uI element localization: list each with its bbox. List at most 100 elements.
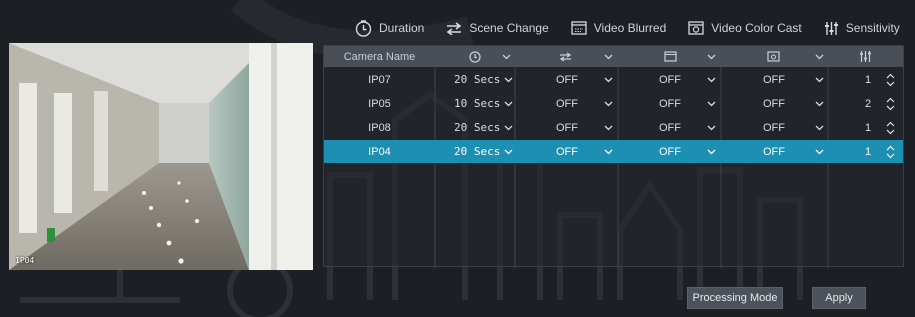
scene-change-dropdown[interactable]: [604, 116, 613, 139]
header-color-cast-dropdown[interactable]: [815, 46, 824, 67]
camera-name-cell: IP05: [368, 97, 391, 110]
table-row[interactable]: IP07 20 Secs OFF OFF OFF 1: [324, 68, 903, 91]
scene-change-value[interactable]: OFF: [556, 68, 578, 91]
legend-sensitivity-label: Sensitivity: [845, 21, 900, 35]
video-blurred-value[interactable]: OFF: [659, 116, 681, 139]
chevron-down-icon: [504, 125, 513, 131]
chevron-down-icon: [815, 125, 824, 130]
header-sensitivity-icon: [859, 46, 872, 67]
chevron-down-icon: [502, 54, 511, 59]
header-scene-change-icon: [559, 46, 572, 67]
duration-value: 10 Secs: [454, 97, 501, 110]
chevron-down-icon: [707, 101, 716, 106]
color-cast-dropdown[interactable]: [815, 68, 824, 91]
legend-duration-label: Duration: [379, 21, 425, 35]
chevron-down-icon: [604, 77, 613, 82]
video-blurred-dropdown[interactable]: [707, 140, 716, 163]
sensitivity-spinner[interactable]: [886, 140, 895, 163]
camera-preview: IP04: [9, 43, 313, 270]
sensitivity-spinner[interactable]: [886, 116, 895, 139]
preview-camera-label: IP04: [15, 256, 35, 265]
chevron-down-icon: [504, 101, 513, 107]
legend-video-color-cast: Video Color Cast: [688, 21, 802, 35]
color-cast-value[interactable]: OFF: [763, 140, 785, 163]
color-cast-dropdown[interactable]: [815, 116, 824, 139]
chevron-down-icon: [815, 149, 824, 154]
video-blurred-dropdown[interactable]: [707, 92, 716, 115]
table-header: Camera Name: [324, 46, 903, 67]
scene-change-dropdown[interactable]: [604, 92, 613, 115]
header-camera-name: Camera Name: [343, 50, 416, 63]
chevron-down-icon: [504, 149, 513, 155]
header-video-blurred-dropdown[interactable]: [707, 46, 716, 67]
chevron-down-icon: [707, 54, 716, 59]
legend-sensitivity: Sensitivity: [824, 21, 900, 36]
sensitivity-value[interactable]: 1: [865, 116, 871, 139]
color-cast-dropdown[interactable]: [815, 92, 824, 115]
scene-change-dropdown[interactable]: [604, 140, 613, 163]
color-cast-value[interactable]: OFF: [763, 92, 785, 115]
chevron-down-icon: [604, 54, 613, 59]
table-row[interactable]: IP08 20 Secs OFF OFF OFF 1: [324, 116, 903, 139]
scene-change-dropdown[interactable]: [604, 68, 613, 91]
duration-select[interactable]: 20 Secs: [454, 116, 513, 139]
up-down-arrows-icon: [886, 73, 895, 86]
header-video-blurred-icon: [664, 46, 677, 67]
duration-value: 20 Secs: [454, 145, 501, 158]
sensitivity-spinner[interactable]: [886, 68, 895, 91]
chevron-down-icon: [707, 149, 716, 154]
camera-settings-table: Camera Name IP07 20 Secs OFF OFF OFF 1 I…: [323, 45, 904, 268]
chevron-down-icon: [707, 77, 716, 82]
scene-change-value[interactable]: OFF: [556, 92, 578, 115]
processing-mode-button[interactable]: Processing Mode: [687, 287, 783, 309]
video-blurred-value[interactable]: OFF: [659, 92, 681, 115]
apply-button[interactable]: Apply: [812, 287, 866, 309]
sensitivity-spinner[interactable]: [886, 92, 895, 115]
camera-name-cell: IP07: [368, 73, 391, 86]
color-cast-icon: [688, 21, 704, 35]
legend-video-color-cast-label: Video Color Cast: [711, 21, 802, 35]
duration-value: 20 Secs: [454, 121, 501, 134]
chevron-down-icon: [604, 101, 613, 106]
video-blurred-dropdown[interactable]: [707, 68, 716, 91]
sensitivity-value[interactable]: 1: [865, 68, 871, 91]
table-row[interactable]: IP05 10 Secs OFF OFF OFF 2: [324, 92, 903, 115]
video-blurred-value[interactable]: OFF: [659, 140, 681, 163]
legend-scene-change-label: Scene Change: [469, 21, 549, 35]
color-cast-value[interactable]: OFF: [763, 68, 785, 91]
video-blurred-dropdown[interactable]: [707, 116, 716, 139]
sensitivity-value[interactable]: 2: [865, 92, 871, 115]
header-duration-dropdown[interactable]: [502, 46, 511, 67]
duration-value: 20 Secs: [454, 73, 501, 86]
legend-duration: Duration: [355, 19, 425, 37]
header-duration-icon: [469, 46, 481, 67]
camera-name-cell: IP04: [368, 145, 391, 158]
chevron-down-icon: [604, 149, 613, 154]
up-down-arrows-icon: [886, 97, 895, 110]
duration-select[interactable]: 10 Secs: [454, 92, 513, 115]
legend-video-blurred: Video Blurred: [571, 21, 666, 35]
sensitivity-value[interactable]: 1: [865, 140, 871, 163]
up-down-arrows-icon: [886, 121, 895, 134]
header-color-cast-icon: [767, 46, 780, 67]
header-scene-change-dropdown[interactable]: [604, 46, 613, 67]
chevron-down-icon: [504, 77, 513, 83]
up-down-arrows-icon: [886, 145, 895, 158]
color-cast-dropdown[interactable]: [815, 140, 824, 163]
video-blurred-value[interactable]: OFF: [659, 68, 681, 91]
duration-select[interactable]: 20 Secs: [454, 68, 513, 91]
color-cast-value[interactable]: OFF: [763, 116, 785, 139]
column-legend: Duration Scene Change Video Blurred Vide…: [355, 17, 900, 39]
chevron-down-icon: [815, 77, 824, 82]
blurred-screen-icon: [571, 21, 587, 35]
legend-scene-change: Scene Change: [446, 21, 549, 35]
chevron-down-icon: [604, 125, 613, 130]
duration-select[interactable]: 20 Secs: [454, 140, 513, 163]
table-row-selected[interactable]: IP04 20 Secs OFF OFF OFF 1: [324, 140, 903, 163]
camera-name-cell: IP08: [368, 121, 391, 134]
sliders-icon: [824, 21, 839, 36]
scene-change-value[interactable]: OFF: [556, 116, 578, 139]
chevron-down-icon: [815, 101, 824, 106]
scene-change-value[interactable]: OFF: [556, 140, 578, 163]
corridor-image: [9, 43, 313, 270]
